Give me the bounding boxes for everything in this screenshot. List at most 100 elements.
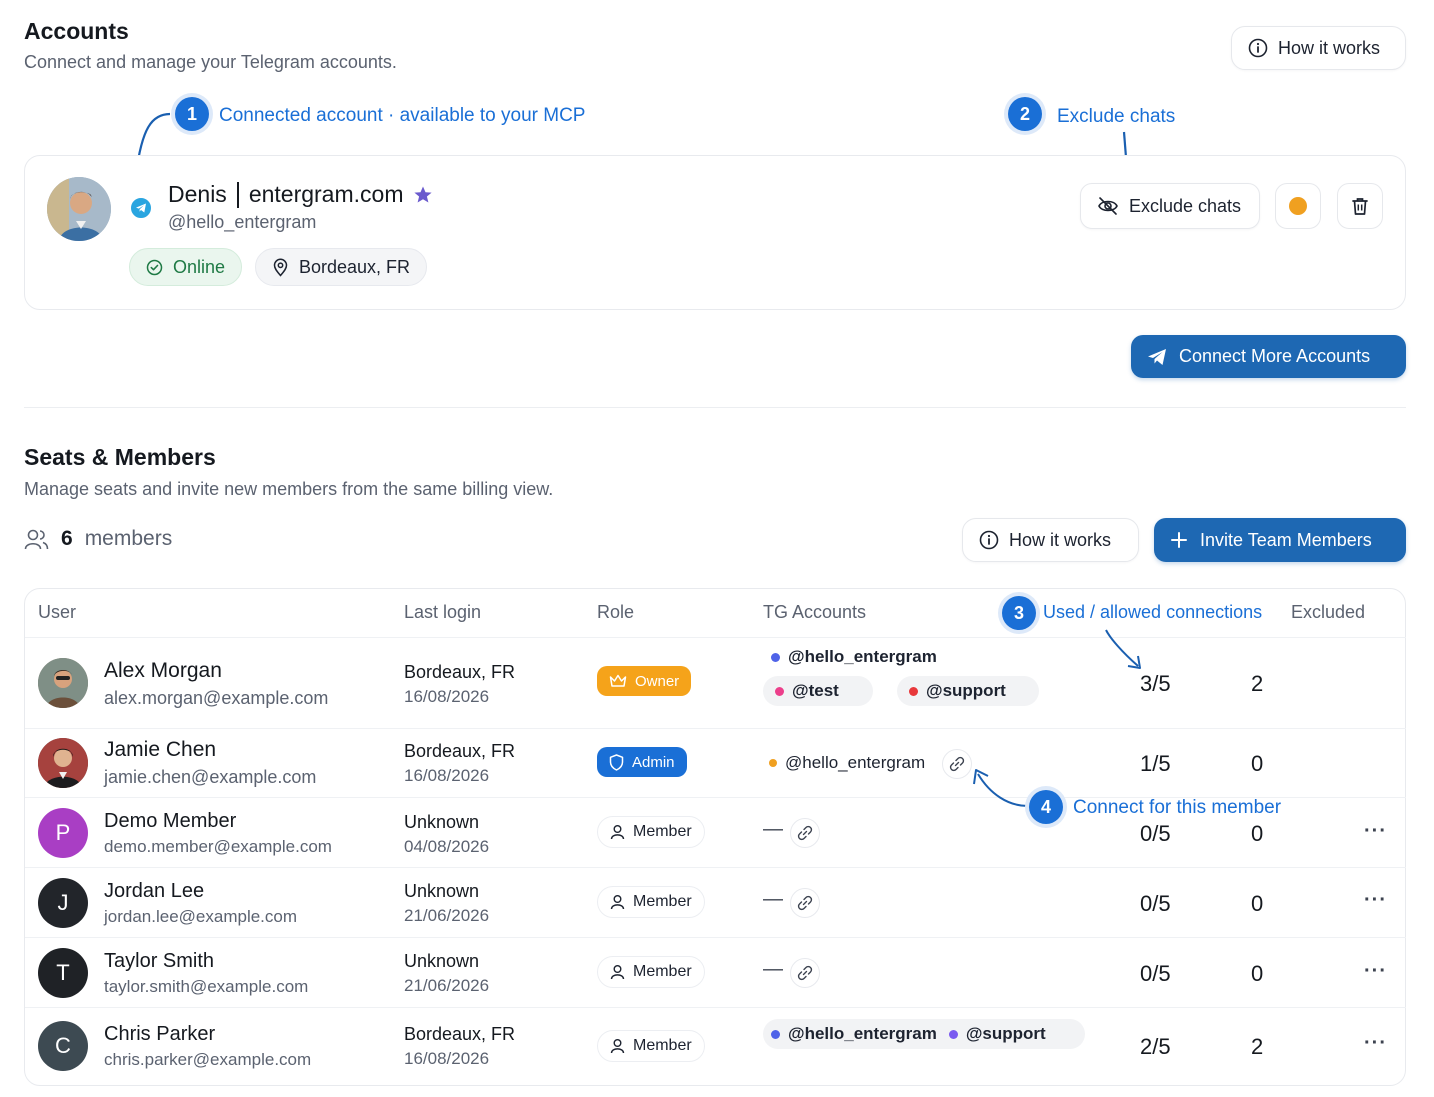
role-badge-member[interactable]: Member — [597, 886, 705, 918]
login-date: 21/06/2026 — [404, 976, 490, 995]
row-more-button[interactable]: ··· — [1364, 820, 1387, 843]
invite-team-members-button[interactable]: Invite Team Members — [1154, 518, 1406, 562]
avatar — [38, 658, 88, 708]
avatar: J — [38, 878, 88, 928]
user-name: Taylor Smith — [104, 950, 215, 972]
user-email: demo.member@example.com — [104, 837, 332, 856]
col-role: Role — [597, 602, 635, 622]
tg-account-chip[interactable]: @hello_entergram — [769, 753, 925, 773]
shield-icon — [609, 753, 624, 771]
login-location: Unknown — [404, 951, 480, 971]
how-it-works-button[interactable]: How it works — [1231, 26, 1406, 70]
role-label: Member — [633, 823, 692, 840]
seats-subtitle: Manage seats and invite new members from… — [24, 479, 554, 499]
plus-icon — [1171, 532, 1187, 548]
used-allowed: 0/5 — [1140, 961, 1171, 986]
step-4-label: Connect for this member — [1073, 797, 1282, 818]
role-label: Member — [633, 893, 692, 910]
status-toggle-button[interactable] — [1275, 183, 1321, 229]
used-allowed: 0/5 — [1140, 821, 1171, 846]
used-allowed: 3/5 — [1140, 671, 1171, 696]
step-3-badge: 3 — [1002, 596, 1036, 630]
exclude-chats-button[interactable]: Exclude chats — [1080, 183, 1260, 229]
invite-team-members-label: Invite Team Members — [1200, 529, 1372, 550]
tg-account-chip[interactable]: @hello_entergram — [763, 642, 949, 672]
step-1-label: Connected account · available to your MC… — [219, 105, 586, 126]
excluded-count: 2 — [1251, 671, 1264, 696]
info-icon — [1248, 38, 1268, 58]
tg-account-label: @hello_entergram — [785, 753, 926, 772]
connect-member-button[interactable] — [790, 818, 820, 848]
row-divider — [25, 937, 1406, 938]
tg-account-label: @support — [965, 1024, 1046, 1043]
seats-title: Seats & Members — [24, 444, 216, 470]
role-badge-admin[interactable]: Admin — [597, 747, 687, 777]
send-icon — [1148, 348, 1166, 365]
excluded-count: 0 — [1251, 891, 1264, 916]
connect-member-button[interactable] — [790, 888, 820, 918]
role-badge-owner[interactable]: Owner — [597, 666, 692, 696]
connect-more-accounts-button[interactable]: Connect More Accounts — [1131, 335, 1406, 378]
how-it-works-label: How it works — [1278, 37, 1381, 58]
account-handle: @hello_entergram — [168, 212, 317, 232]
section-divider — [24, 407, 1406, 408]
avatar: C — [38, 1021, 88, 1071]
member-count-number: 6 — [61, 527, 73, 550]
link-icon — [949, 756, 965, 772]
tg-accounts-group: @hello_entergram @support — [763, 1019, 1085, 1049]
info-icon — [979, 530, 999, 550]
role-label: Owner — [635, 672, 680, 690]
row-more-button[interactable]: ··· — [1364, 889, 1387, 912]
accounts-subtitle: Connect and manage your Telegram account… — [24, 52, 397, 72]
login-date: 16/08/2026 — [404, 766, 490, 785]
seats-how-it-works-button[interactable]: How it works — [962, 518, 1139, 562]
excluded-count: 2 — [1251, 1034, 1264, 1059]
row-divider — [25, 728, 1406, 729]
avatar: T — [38, 948, 88, 998]
row-more-button[interactable]: ··· — [1364, 960, 1387, 983]
trash-icon — [1352, 198, 1368, 215]
delete-account-button[interactable] — [1337, 183, 1383, 229]
link-icon — [797, 825, 813, 841]
users-icon — [24, 529, 49, 550]
excluded-count: 0 — [1251, 821, 1264, 846]
blue-dot-icon — [771, 652, 780, 662]
user-name: Chris Parker — [104, 1023, 216, 1045]
tg-account-chip[interactable]: @support — [897, 676, 1039, 706]
login-date: 21/06/2026 — [404, 906, 490, 925]
used-allowed: 1/5 — [1140, 751, 1171, 776]
blue-dot-icon — [771, 1029, 780, 1039]
user-email: alex.morgan@example.com — [104, 688, 329, 708]
no-accounts: — — [763, 818, 783, 840]
tg-account-label: @hello_entergram — [788, 647, 937, 666]
role-badge-member[interactable]: Member — [597, 1030, 705, 1062]
user-name: Jamie Chen — [104, 738, 217, 761]
account-avatar — [47, 177, 111, 241]
pink-dot-icon — [775, 686, 784, 696]
member-count: 6 members — [24, 527, 172, 551]
tg-account-chip[interactable]: @test — [763, 676, 873, 706]
row-more-button[interactable]: ··· — [1364, 1032, 1387, 1055]
status-badge: Online — [129, 248, 243, 286]
step-2-badge: 2 — [1008, 97, 1042, 131]
callout-4-arrow — [973, 769, 1029, 807]
telegram-icon — [128, 195, 154, 221]
connect-member-button[interactable] — [790, 958, 820, 988]
role-badge-member[interactable]: Member — [597, 816, 705, 848]
role-badge-member[interactable]: Member — [597, 956, 705, 988]
col-excluded: Excluded — [1291, 602, 1366, 622]
user-name: Demo Member — [104, 810, 237, 832]
role-label: Member — [633, 963, 692, 980]
tg-account-label: @hello_entergram — [788, 1024, 937, 1043]
excluded-count: 0 — [1251, 961, 1264, 986]
tg-account-chip[interactable]: @support — [948, 1024, 1046, 1044]
link-icon — [797, 895, 813, 911]
link-icon — [797, 965, 813, 981]
tg-account-chip[interactable]: @hello_entergram — [771, 1024, 937, 1044]
col-used-allowed: Used / allowed connections — [1043, 602, 1263, 622]
login-date: 04/08/2026 — [404, 837, 490, 856]
login-location: Unknown — [404, 881, 480, 901]
user-email: taylor.smith@example.com — [104, 977, 309, 996]
user-name: Alex Morgan — [104, 659, 222, 682]
account-domain: entergram.com — [248, 181, 404, 207]
